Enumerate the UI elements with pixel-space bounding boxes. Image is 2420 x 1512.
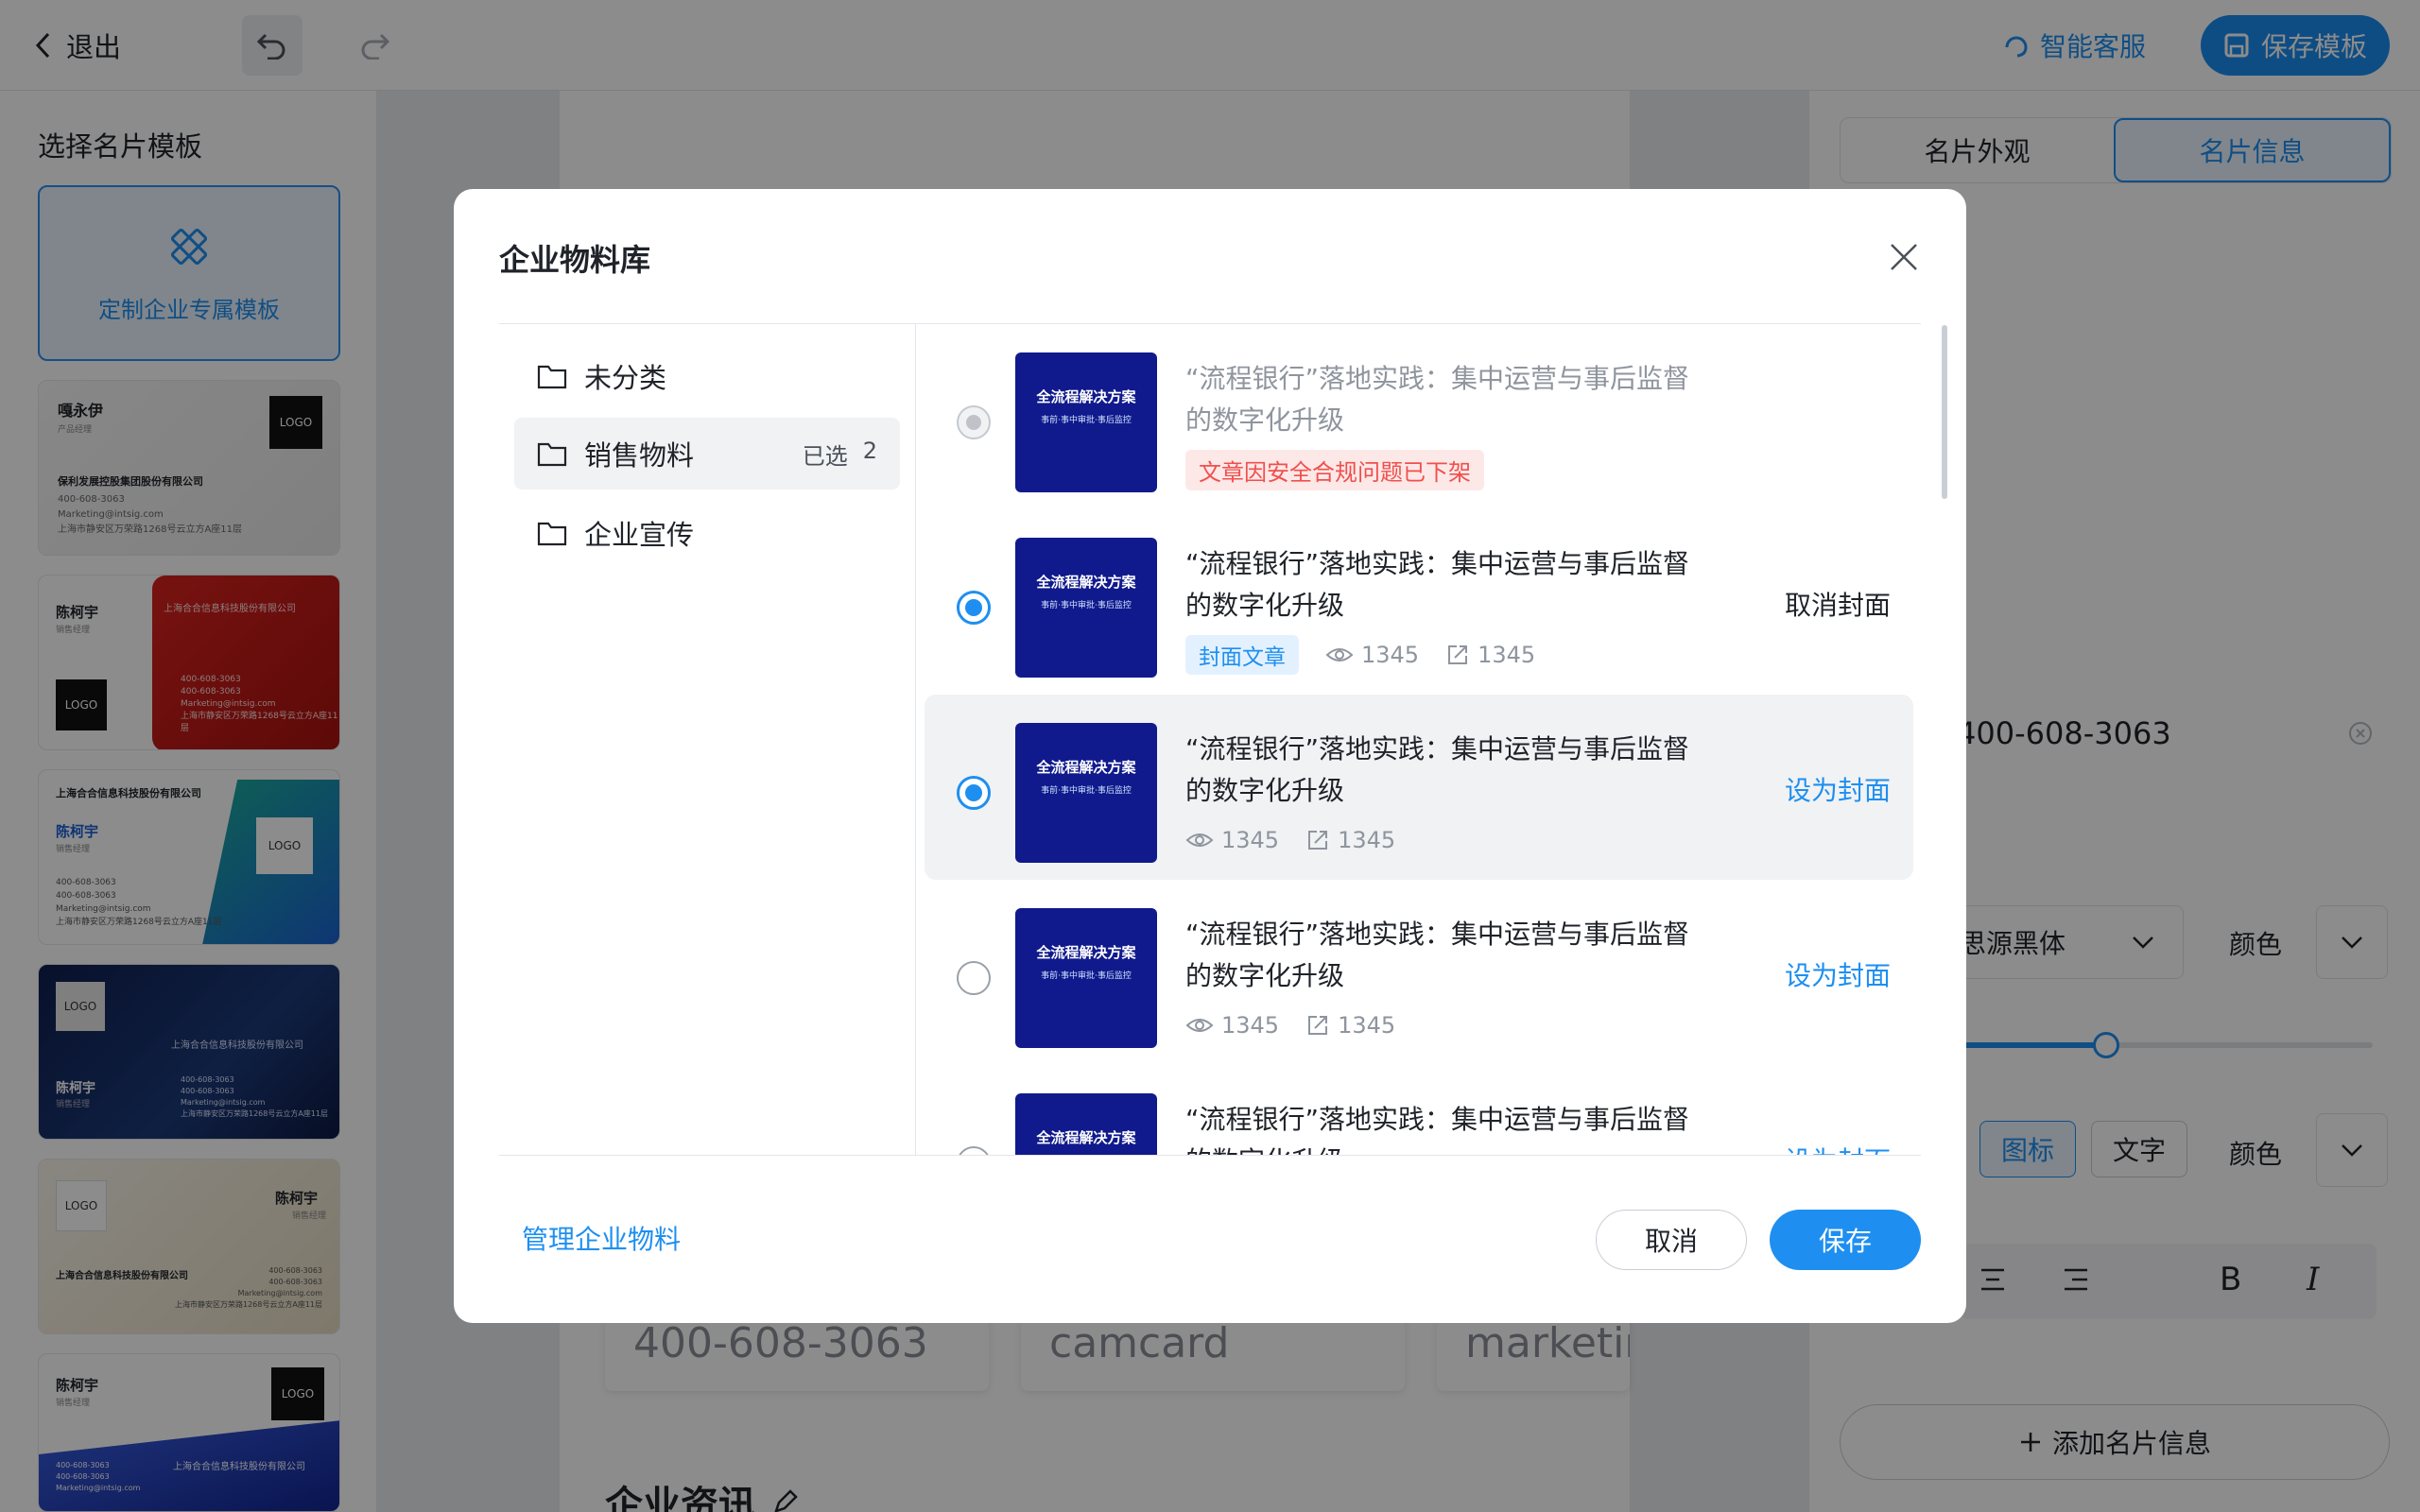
cover-article-tag: 封面文章: [1185, 635, 1299, 675]
list-item[interactable]: 全流程解决方案 事前·事中审批·事后监控 “流程银行”落地实践：集中运营与事后监…: [925, 880, 1913, 1065]
folder-icon: [537, 522, 567, 546]
item-radio[interactable]: [957, 591, 991, 625]
article-thumbnail: 全流程解决方案 事前·事中审批·事后监控: [1015, 538, 1157, 678]
article-meta: 文章因安全合规问题已下架: [1185, 449, 1484, 490]
divider: [915, 323, 916, 1155]
selected-label: 已选: [802, 442, 848, 470]
cancel-button[interactable]: 取消: [1596, 1210, 1747, 1270]
cancel-cover-button[interactable]: 取消封面: [1785, 585, 1891, 623]
view-count: 1345: [1221, 827, 1280, 853]
item-radio[interactable]: [957, 1146, 991, 1155]
item-radio[interactable]: [957, 776, 991, 810]
article-list: 全流程解决方案 事前·事中审批·事后监控 “流程银行”落地实践：集中运营与事后监…: [917, 324, 1921, 1155]
folder-uncategorized[interactable]: 未分类: [514, 340, 900, 412]
list-scrollbar[interactable]: [1942, 325, 1947, 499]
thumbnail-title: 全流程解决方案: [1036, 1129, 1136, 1146]
article-title: “流程银行”落地实践：集中运营与事后监督的数字化升级: [1185, 363, 1690, 436]
folder-label: 未分类: [584, 362, 667, 394]
list-item[interactable]: 全流程解决方案 事前·事中审批·事后监控 “流程银行”落地实践：集中运营与事后监…: [925, 1065, 1913, 1155]
list-item[interactable]: 全流程解决方案 事前·事中审批·事后监控 “流程银行”落地实践：集中运营与事后监…: [925, 695, 1913, 880]
article-title: “流程银行”落地实践：集中运营与事后监督的数字化升级: [1185, 548, 1690, 621]
thumbnail-title: 全流程解决方案: [1036, 759, 1136, 776]
list-item[interactable]: 全流程解决方案 事前·事中审批·事后监控 “流程银行”落地实践：集中运营与事后监…: [925, 509, 1913, 695]
takedown-tag: 文章因安全合规问题已下架: [1185, 449, 1484, 490]
folder-label: 企业宣传: [584, 519, 695, 551]
item-radio[interactable]: [957, 961, 991, 995]
set-cover-button[interactable]: 设为封面: [1785, 1141, 1891, 1155]
share-icon: [1308, 1016, 1328, 1035]
share-icon: [1308, 831, 1328, 850]
share-count: 1345: [1478, 642, 1536, 668]
eye-icon: [1185, 1019, 1214, 1032]
share-count: 1345: [1338, 827, 1396, 853]
article-thumbnail: 全流程解决方案 事前·事中审批·事后监控: [1015, 352, 1157, 492]
folder-corporate-promotion[interactable]: 企业宣传: [514, 497, 900, 569]
article-thumbnail: 全流程解决方案 事前·事中审批·事后监控: [1015, 908, 1157, 1048]
folder-icon: [537, 365, 567, 389]
folder-sales-materials[interactable]: 销售物料 已选 2: [514, 418, 900, 490]
share-count: 1345: [1338, 1012, 1396, 1039]
article-thumbnail: 全流程解决方案 事前·事中审批·事后监控: [1015, 1093, 1157, 1155]
eye-icon: [1325, 648, 1354, 662]
manage-materials-link[interactable]: 管理企业物料: [522, 1219, 681, 1257]
item-radio: [957, 405, 991, 439]
selected-count-badge: 已选 2: [803, 438, 877, 471]
close-button[interactable]: [1883, 236, 1925, 278]
thumbnail-subtitle: 事前·事中审批·事后监控: [1041, 601, 1132, 610]
set-cover-button[interactable]: 设为封面: [1785, 770, 1891, 808]
set-cover-button[interactable]: 设为封面: [1785, 955, 1891, 993]
thumbnail-subtitle: 事前·事中审批·事后监控: [1041, 416, 1132, 425]
thumbnail-subtitle: 事前·事中审批·事后监控: [1041, 971, 1132, 981]
thumbnail-title: 全流程解决方案: [1036, 944, 1136, 961]
divider: [499, 1155, 1921, 1156]
article-thumbnail: 全流程解决方案 事前·事中审批·事后监控: [1015, 723, 1157, 863]
selected-count: 2: [862, 437, 877, 464]
thumbnail-title: 全流程解决方案: [1036, 574, 1136, 591]
list-item: 全流程解决方案 事前·事中审批·事后监控 “流程银行”落地实践：集中运营与事后监…: [925, 324, 1913, 509]
close-icon: [1891, 244, 1917, 270]
article-meta: 1345 1345: [1185, 821, 1395, 859]
thumbnail-title: 全流程解决方案: [1036, 388, 1136, 405]
article-meta: 封面文章 1345 1345: [1185, 635, 1536, 675]
article-title: “流程银行”落地实践：集中运营与事后监督的数字化升级: [1185, 919, 1690, 991]
article-title: “流程银行”落地实践：集中运营与事后监督的数字化升级: [1185, 733, 1690, 806]
view-count: 1345: [1221, 1012, 1280, 1039]
folder-icon: [537, 442, 567, 467]
thumbnail-subtitle: 事前·事中审批·事后监控: [1041, 786, 1132, 796]
share-icon: [1448, 645, 1468, 664]
folder-label: 销售物料: [584, 439, 695, 472]
save-button[interactable]: 保存: [1770, 1210, 1921, 1270]
dialog-title: 企业物料库: [499, 242, 651, 278]
article-meta: 1345 1345: [1185, 1006, 1395, 1044]
eye-icon: [1185, 833, 1214, 847]
article-title: “流程银行”落地实践：集中运营与事后监督的数字化升级: [1185, 1104, 1690, 1155]
view-count: 1345: [1361, 642, 1420, 668]
